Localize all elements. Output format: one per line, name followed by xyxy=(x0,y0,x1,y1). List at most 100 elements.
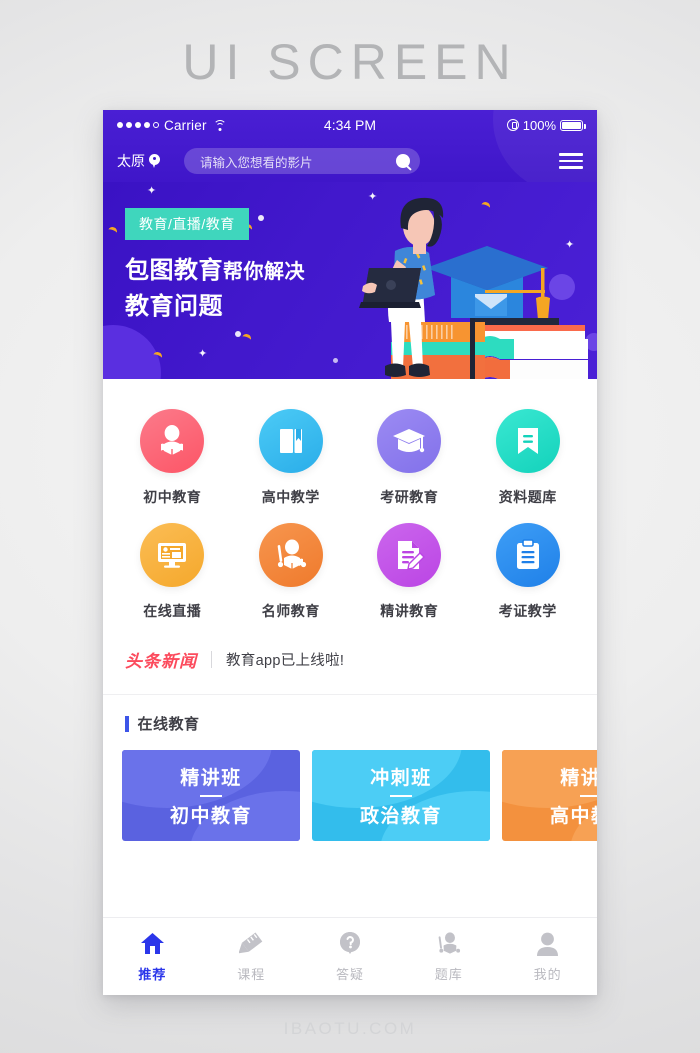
category-label: 在线直播 xyxy=(143,603,202,619)
category-item-3[interactable]: 资料题库 xyxy=(469,401,588,507)
banner-dot xyxy=(235,331,241,337)
app-header: Carrier 4:34 PM 100% 太原 请输入您想看的影片 xyxy=(103,110,597,182)
monitor-live-icon xyxy=(158,543,187,568)
tab-label: 课程 xyxy=(237,966,266,982)
category-icon-bg xyxy=(140,523,205,587)
section-divider xyxy=(103,694,597,695)
category-icon-bg xyxy=(377,409,442,473)
category-item-7[interactable]: 考证教学 xyxy=(469,515,588,621)
headline-news-row[interactable]: 头条新闻 教育app已上线啦! xyxy=(125,647,575,678)
pencil-ruler-icon xyxy=(238,931,264,957)
menu-icon[interactable] xyxy=(559,153,583,169)
card-rule xyxy=(580,795,597,797)
card-subtitle: 高中教育 xyxy=(549,806,597,827)
tab-label: 题库 xyxy=(434,966,463,982)
banner-headline: 包图教育帮你解决 xyxy=(125,250,305,285)
home-icon xyxy=(139,931,165,957)
tab-courses[interactable]: 课程 xyxy=(202,918,301,995)
signal-strength-icon xyxy=(117,122,159,128)
status-bar: Carrier 4:34 PM 100% xyxy=(103,110,597,140)
news-text: 教育app已上线啦! xyxy=(226,653,345,669)
nav-row: 太原 请输入您想看的影片 xyxy=(103,140,597,182)
teacher-book-icon xyxy=(436,931,462,957)
search-icon[interactable] xyxy=(396,154,410,168)
battery-percent-label: 100% xyxy=(522,117,556,133)
wifi-icon xyxy=(213,119,227,131)
category-icon-bg xyxy=(258,523,323,587)
carrier-label: Carrier xyxy=(164,117,207,133)
category-icon-bg xyxy=(495,523,560,587)
banner-tag: 教育/直播/教育 xyxy=(125,208,249,240)
hero-banner[interactable]: ✦ ✦ ✦ ✦ 教育/直播/教育 包图教育帮你解决 教育问题 xyxy=(103,182,597,379)
section-accent-bar xyxy=(125,715,129,732)
card-title: 精讲班 xyxy=(560,768,597,789)
course-card-2[interactable]: 精讲班 高中教育 xyxy=(502,750,597,841)
clipboard-icon xyxy=(516,539,539,569)
category-icon-bg xyxy=(377,523,442,587)
tab-qa[interactable]: 答疑 xyxy=(301,918,400,995)
banner-ribbon xyxy=(153,352,162,361)
category-label: 名师教育 xyxy=(261,603,320,619)
banner-headline-rest: 帮你解决 xyxy=(223,261,305,283)
card-rule xyxy=(390,795,412,797)
category-item-0[interactable]: 初中教育 xyxy=(113,401,232,507)
section-title-label: 在线教育 xyxy=(137,716,200,733)
card-title: 冲刺班 xyxy=(370,768,432,789)
question-pin-icon xyxy=(337,931,363,957)
graduation-cap-icon xyxy=(393,429,426,453)
category-item-6[interactable]: 精讲教育 xyxy=(350,515,469,621)
bottom-tab-bar: 推荐 课程 答疑 题库 我的 xyxy=(103,917,597,995)
news-divider xyxy=(211,651,212,668)
category-label: 高中教学 xyxy=(261,489,320,505)
location-pin-icon xyxy=(149,153,160,169)
page-footer: IBAOTU.COM xyxy=(283,1019,417,1038)
banner-headline-strong: 包图教育 xyxy=(125,257,223,284)
document-pencil-icon xyxy=(398,541,426,570)
card-subtitle: 政治教育 xyxy=(359,806,442,827)
rotation-lock-icon xyxy=(506,119,519,131)
category-item-2[interactable]: 考研教育 xyxy=(350,401,469,507)
section-header: 在线教育 xyxy=(125,713,597,734)
banner-sparkle: ✦ xyxy=(198,348,208,360)
banner-sparkle: ✦ xyxy=(147,185,157,197)
teacher-pointer-icon xyxy=(277,539,306,569)
course-card-list[interactable]: 精讲班 初中教育 冲刺班 政治教育 精讲班 高中教育 xyxy=(103,734,597,841)
tab-recommend[interactable]: 推荐 xyxy=(103,918,202,995)
category-icon-bg xyxy=(495,409,560,473)
card-rule xyxy=(200,795,222,797)
banner-dot xyxy=(258,215,264,221)
page-title: UI SCREEN xyxy=(182,34,518,90)
search-placeholder: 请输入您想看的影片 xyxy=(200,155,313,170)
tab-label: 推荐 xyxy=(138,966,167,982)
tab-label: 我的 xyxy=(533,966,562,982)
banner-illustration xyxy=(359,197,588,379)
course-card-1[interactable]: 冲刺班 政治教育 xyxy=(312,750,490,841)
user-icon xyxy=(535,931,561,957)
battery-icon xyxy=(560,119,586,131)
card-subtitle: 初中教育 xyxy=(169,806,252,827)
course-card-0[interactable]: 精讲班 初中教育 xyxy=(122,750,300,841)
category-item-5[interactable]: 名师教育 xyxy=(232,515,351,621)
category-item-4[interactable]: 在线直播 xyxy=(113,515,232,621)
category-grid: 初中教育 高中教学 考研教育 资料题库 在线直播 名师教育 精讲教育 考证教学 xyxy=(103,379,597,625)
tab-label: 答疑 xyxy=(335,966,364,982)
phone-frame: Carrier 4:34 PM 100% 太原 请输入您想看的影片 ✦ ✦ ✦ … xyxy=(103,110,597,995)
category-icon-bg xyxy=(258,409,323,473)
tab-question-bank[interactable]: 题库 xyxy=(399,918,498,995)
category-icon-bg xyxy=(140,409,205,473)
banner-ribbon xyxy=(108,227,117,236)
bookmark-lines-icon xyxy=(517,428,538,454)
book-bookmark-icon xyxy=(279,429,302,453)
banner-ribbon xyxy=(242,334,251,343)
category-label: 考证教学 xyxy=(498,603,557,619)
category-label: 初中教育 xyxy=(143,489,202,505)
category-item-1[interactable]: 高中教学 xyxy=(232,401,351,507)
location-label: 太原 xyxy=(117,153,145,169)
search-input[interactable]: 请输入您想看的影片 xyxy=(184,148,420,174)
location-selector[interactable]: 太原 xyxy=(117,151,160,171)
category-label: 考研教育 xyxy=(380,489,439,505)
banner-headline-line2: 教育问题 xyxy=(125,293,223,320)
card-title: 精讲班 xyxy=(180,768,242,789)
tab-profile[interactable]: 我的 xyxy=(498,918,597,995)
category-label: 精讲教育 xyxy=(380,603,439,619)
